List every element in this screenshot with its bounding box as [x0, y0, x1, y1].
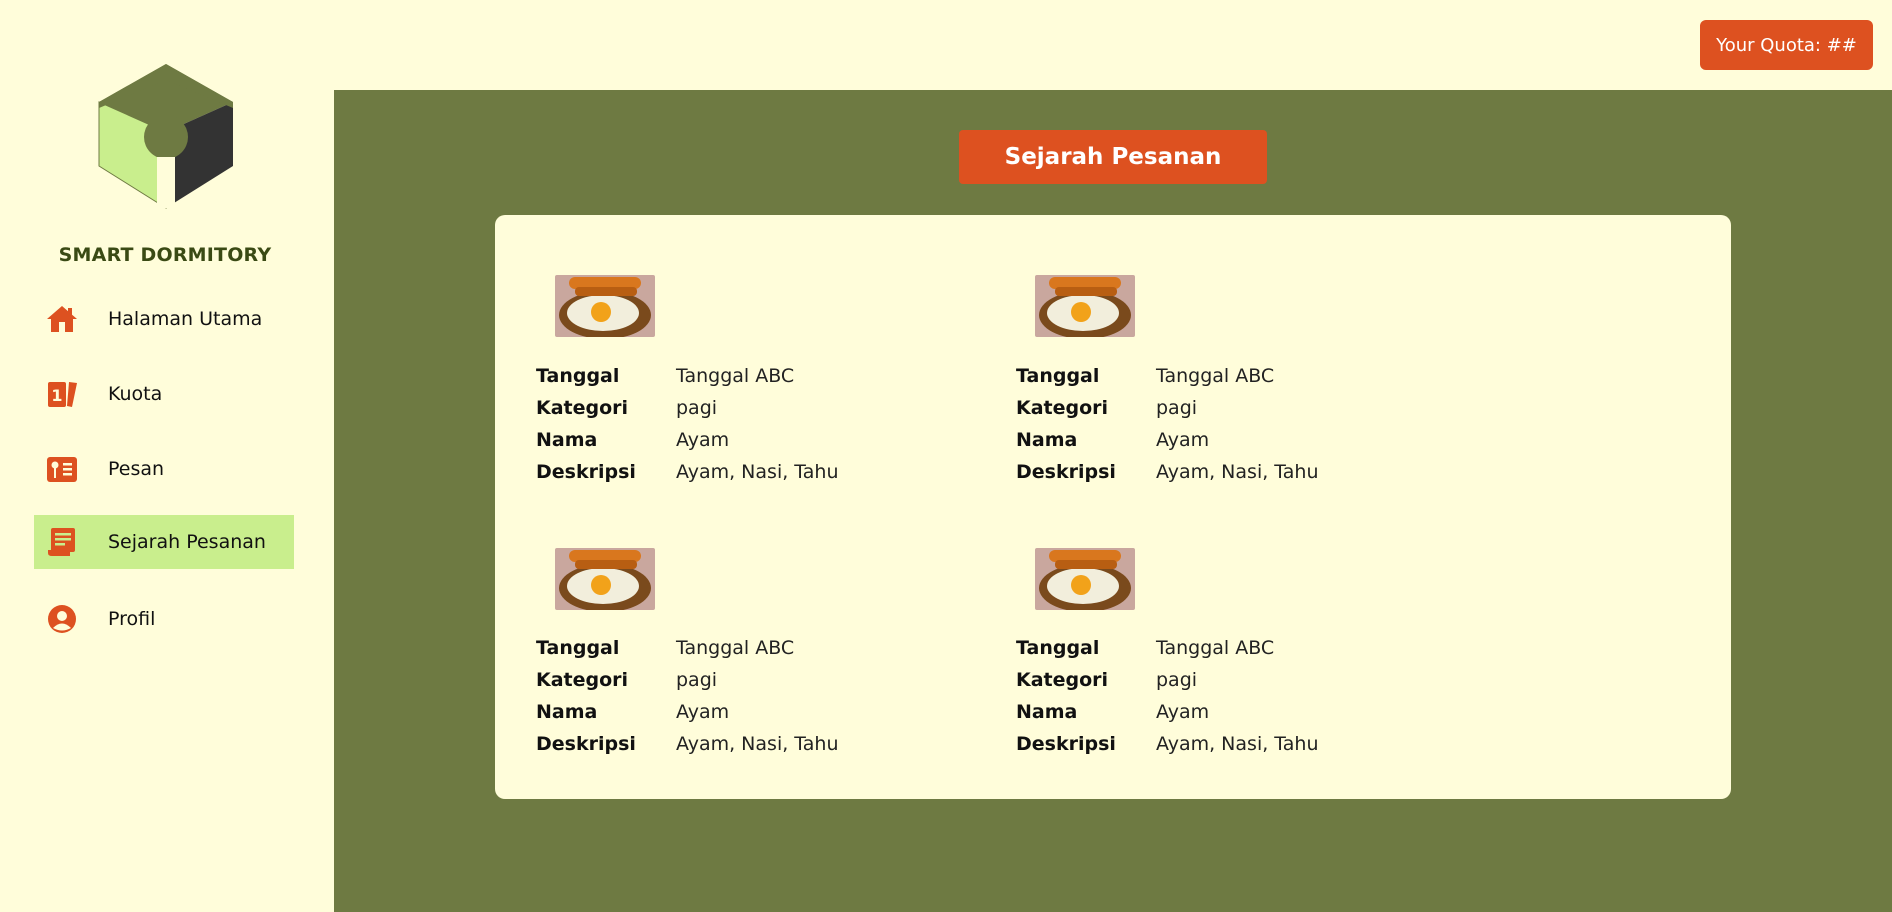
smart-dormitory-logo-icon [98, 64, 233, 209]
date-value: Tanggal ABC [676, 365, 795, 387]
category-value: pagi [1156, 397, 1198, 419]
fried-egg-rice-image [555, 548, 655, 610]
profile-icon [42, 599, 82, 639]
name-label: Nama [1016, 701, 1078, 723]
main-content: Sejarah Pesanan Tanggal Tanggal ABC Kate… [334, 90, 1892, 912]
fried-egg-rice-image [1035, 548, 1135, 610]
order-menu-icon [42, 449, 82, 489]
date-value: Tanggal ABC [676, 637, 795, 659]
svg-text:1: 1 [51, 386, 62, 405]
sidebar-item-label: Kuota [108, 383, 163, 405]
date-value: Tanggal ABC [1156, 637, 1275, 659]
category-label: Kategori [1016, 397, 1109, 419]
sidebar-item-label: Pesan [108, 458, 165, 480]
fried-egg-rice-image [555, 275, 655, 337]
home-icon [42, 299, 82, 339]
category-value: pagi [1156, 669, 1198, 691]
page-title: Sejarah Pesanan [959, 130, 1267, 184]
sidebar-item-label: Profil [108, 608, 156, 630]
sidebar: SMART DORMITORY Halaman Utama 1 Kuota Pe… [0, 0, 334, 912]
fried-egg-rice-image [1035, 275, 1135, 337]
date-label: Tanggal [536, 637, 620, 659]
name-value: Ayam [1156, 429, 1210, 451]
quota-button[interactable]: Your Quota: ## [1700, 20, 1873, 70]
name-value: Ayam [1156, 701, 1210, 723]
order-card: Tanggal Tanggal ABC Kategori pagi Nama A… [1016, 275, 1436, 505]
name-value: Ayam [676, 701, 730, 723]
description-value: Ayam, Nasi, Tahu [1156, 461, 1319, 483]
description-label: Deskripsi [536, 461, 636, 483]
description-value: Ayam, Nasi, Tahu [1156, 733, 1319, 755]
order-history-icon [42, 522, 82, 562]
order-card: Tanggal Tanggal ABC Kategori pagi Nama A… [1016, 548, 1436, 778]
sidebar-item-label: Sejarah Pesanan [108, 531, 266, 553]
description-value: Ayam, Nasi, Tahu [676, 461, 839, 483]
category-label: Kategori [536, 397, 629, 419]
date-label: Tanggal [1016, 637, 1100, 659]
description-label: Deskripsi [536, 733, 636, 755]
order-card: Tanggal Tanggal ABC Kategori pagi Nama A… [536, 275, 956, 505]
sidebar-item-label: Halaman Utama [108, 308, 263, 330]
sidebar-item-pesan[interactable]: Pesan [34, 442, 294, 496]
description-label: Deskripsi [1016, 461, 1116, 483]
name-value: Ayam [676, 429, 730, 451]
date-label: Tanggal [536, 365, 620, 387]
category-value: pagi [676, 397, 718, 419]
date-label: Tanggal [1016, 365, 1100, 387]
sidebar-item-kuota[interactable]: 1 Kuota [34, 367, 294, 421]
sidebar-item-profil[interactable]: Profil [34, 592, 294, 646]
order-card: Tanggal Tanggal ABC Kategori pagi Nama A… [536, 548, 956, 778]
name-label: Nama [536, 429, 598, 451]
description-label: Deskripsi [1016, 733, 1116, 755]
category-value: pagi [676, 669, 718, 691]
quota-card-icon: 1 [42, 374, 82, 414]
sidebar-item-halaman-utama[interactable]: Halaman Utama [34, 292, 294, 346]
order-history-panel: Tanggal Tanggal ABC Kategori pagi Nama A… [495, 215, 1731, 799]
category-label: Kategori [536, 669, 629, 691]
sidebar-item-sejarah-pesanan[interactable]: Sejarah Pesanan [34, 515, 294, 569]
description-value: Ayam, Nasi, Tahu [676, 733, 839, 755]
name-label: Nama [1016, 429, 1078, 451]
brand-name: SMART DORMITORY [58, 244, 272, 266]
name-label: Nama [536, 701, 598, 723]
date-value: Tanggal ABC [1156, 365, 1275, 387]
category-label: Kategori [1016, 669, 1109, 691]
